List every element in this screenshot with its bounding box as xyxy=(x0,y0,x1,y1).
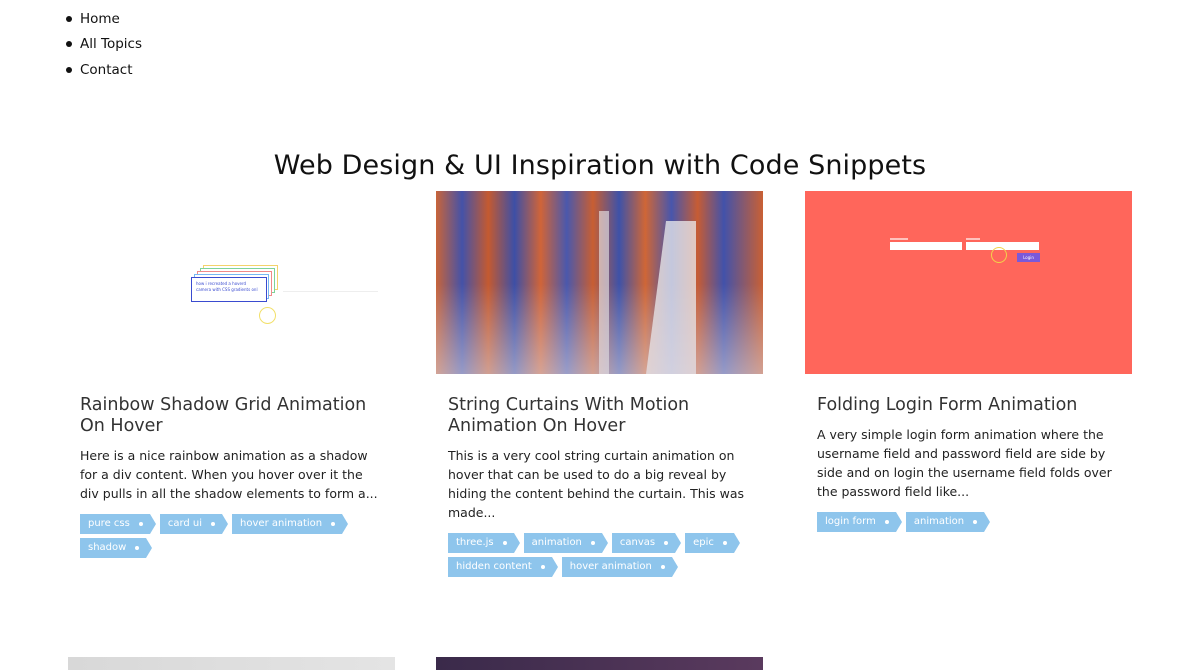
card-thumbnail-next-2[interactable] xyxy=(436,657,763,670)
tag-pure-css[interactable]: pure css xyxy=(80,514,156,534)
tag-threejs[interactable]: three.js xyxy=(448,533,520,553)
tag-hidden-content[interactable]: hidden content xyxy=(448,557,558,577)
thumb-caption: how i recreated a hoverd camera with CSS… xyxy=(191,277,267,302)
bullet-icon xyxy=(66,15,72,22)
card-thumbnail[interactable]: how i recreated a hoverd camera with CSS… xyxy=(68,191,395,374)
tag-animation[interactable]: animation xyxy=(523,533,609,553)
card-thumbnail[interactable]: Login xyxy=(805,191,1132,374)
nav-item-contact: Contact xyxy=(66,57,142,83)
snippet-card-string-curtains[interactable]: String Curtains With Motion Animation On… xyxy=(436,191,763,577)
card-thumbnail[interactable] xyxy=(436,191,763,374)
snippet-card-folding-login[interactable]: Login Folding Login Form Animation A ver… xyxy=(805,191,1132,532)
card-description: A very simple login form animation where… xyxy=(817,427,1112,499)
card-description: Here is a nice rainbow animation as a sh… xyxy=(80,448,378,501)
card-thumbnail-next-1[interactable] xyxy=(68,657,395,670)
cursor-ring-icon xyxy=(259,307,276,324)
tag-list: login form animation xyxy=(805,512,1132,532)
thumb-login-button: Login xyxy=(1017,253,1040,262)
nav-item-all-topics: All Topics xyxy=(66,32,142,58)
tag-list: three.js animation canvas epic hidden co… xyxy=(436,533,763,577)
nav-link-home[interactable]: Home xyxy=(80,11,120,27)
top-navigation: Home All Topics Contact xyxy=(66,6,142,83)
tag-epic[interactable]: epic xyxy=(685,533,740,553)
tag-card-ui[interactable]: card ui xyxy=(159,514,229,534)
bullet-icon xyxy=(66,66,72,73)
bullet-icon xyxy=(66,41,72,48)
nav-link-all-topics[interactable]: All Topics xyxy=(80,36,142,52)
page-title: Web Design & UI Inspiration with Code Sn… xyxy=(273,150,927,181)
tag-animation[interactable]: animation xyxy=(905,512,991,532)
tag-login-form[interactable]: login form xyxy=(817,512,902,532)
tag-canvas[interactable]: canvas xyxy=(611,533,682,553)
tag-hover-animation[interactable]: hover animation xyxy=(561,557,678,577)
nav-item-home: Home xyxy=(66,6,142,32)
snippet-card-rainbow-shadow[interactable]: how i recreated a hoverd camera with CSS… xyxy=(68,191,395,558)
card-title[interactable]: Rainbow Shadow Grid Animation On Hover xyxy=(68,395,395,437)
card-description: This is a very cool string curtain anima… xyxy=(448,448,745,520)
card-title[interactable]: String Curtains With Motion Animation On… xyxy=(436,395,763,437)
nav-link-contact[interactable]: Contact xyxy=(80,62,133,78)
tag-hover-animation[interactable]: hover animation xyxy=(232,514,349,534)
cursor-ring-icon xyxy=(991,247,1007,263)
tag-list: pure css card ui hover animation shadow xyxy=(68,514,395,558)
card-title[interactable]: Folding Login Form Animation xyxy=(805,395,1132,416)
tag-shadow[interactable]: shadow xyxy=(80,538,153,558)
